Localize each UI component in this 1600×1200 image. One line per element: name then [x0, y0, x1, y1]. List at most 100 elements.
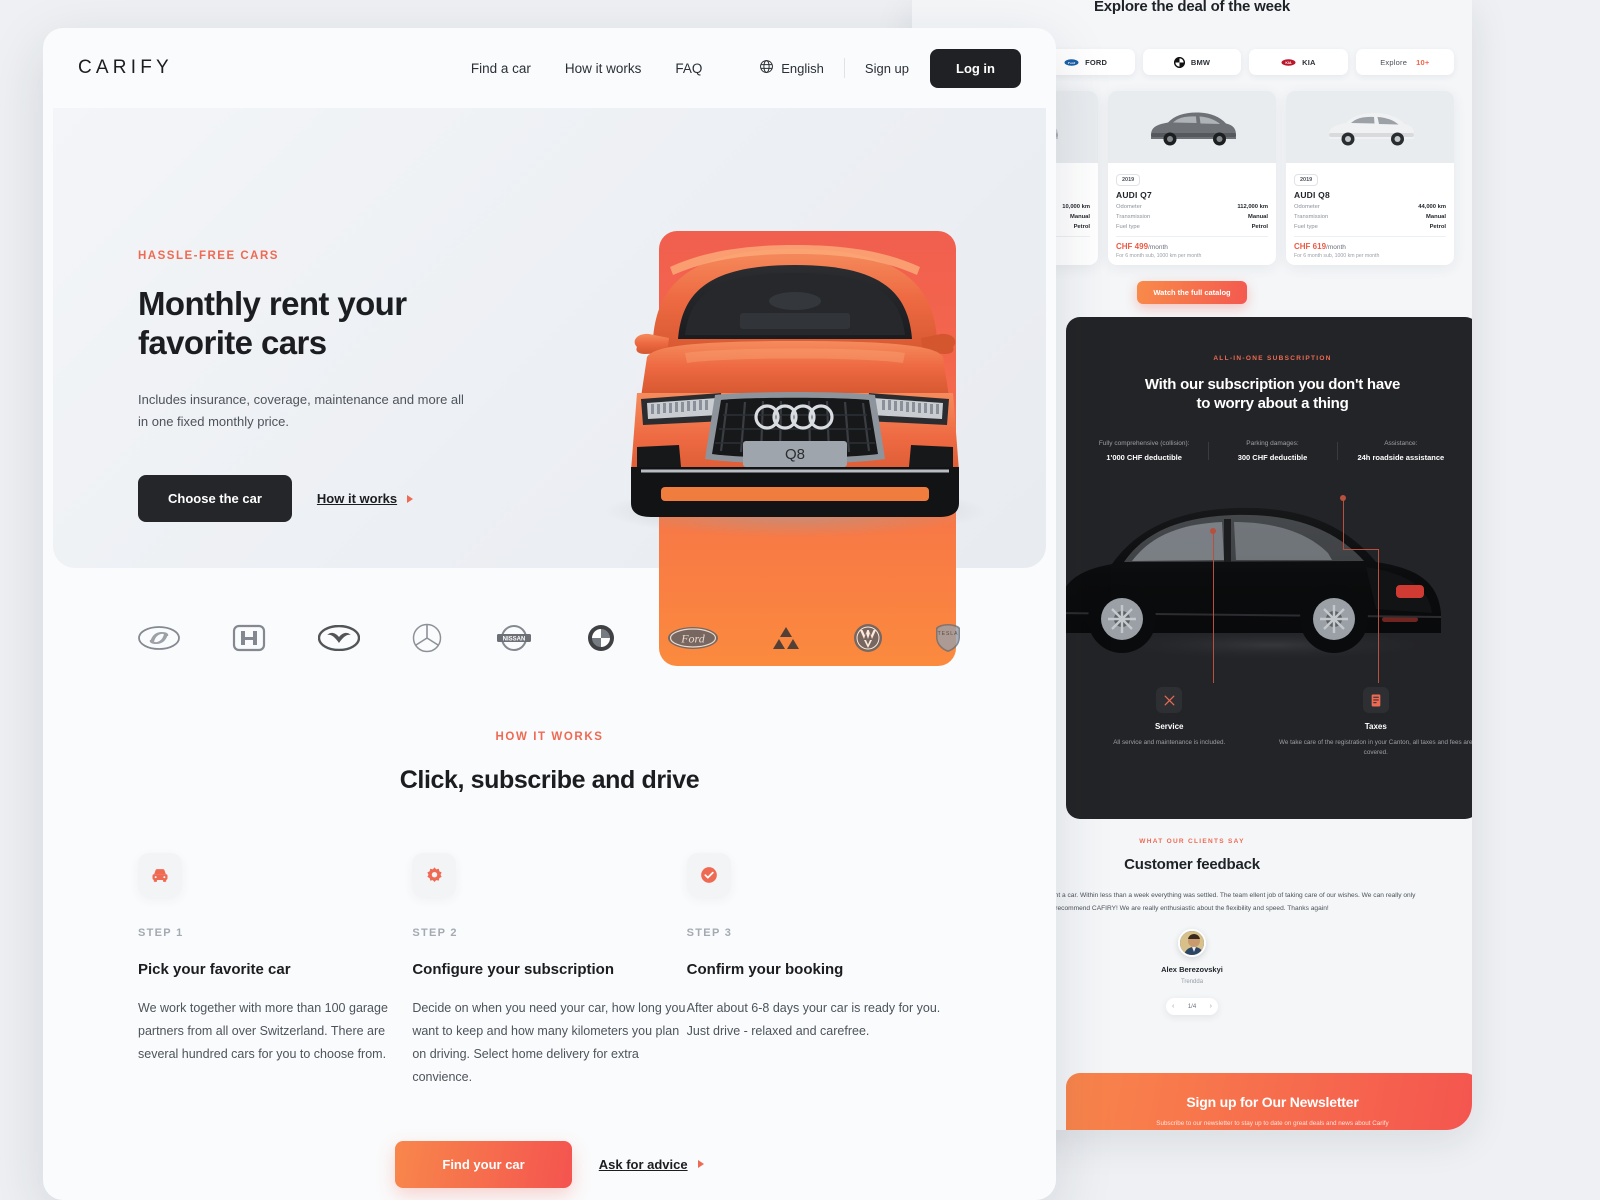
- feature-desc: We take care of the registration in your…: [1279, 739, 1472, 756]
- ask-for-advice-link[interactable]: Ask for advice: [599, 1157, 704, 1172]
- chevron-left-icon[interactable]: ‹: [1172, 1003, 1174, 1010]
- page-indicator: 1/4: [1187, 1003, 1197, 1010]
- car-photo: [1286, 91, 1454, 163]
- spec-value: 1'000 CHF deductible: [1106, 453, 1182, 463]
- subscription-features: Service All service and maintenance is i…: [1066, 687, 1472, 758]
- svg-text:KIA: KIA: [1285, 61, 1292, 65]
- step-1: STEP 1 Pick your favorite car We work to…: [138, 853, 412, 1089]
- bmw-logo-icon: [587, 624, 615, 652]
- spec-value: Petrol: [1251, 224, 1268, 230]
- spec-label: Odometer: [1116, 204, 1142, 210]
- nav-find-a-car[interactable]: Find a car: [471, 61, 531, 76]
- deal-card[interactable]: 2019 AUDI Q7 Odometer 112,000 km Transmis…: [1108, 91, 1276, 265]
- step-number: STEP 2: [412, 927, 458, 939]
- step-number: STEP 1: [138, 927, 184, 939]
- step-title: Confirm your booking: [686, 961, 844, 978]
- spec-label: Transmission: [1116, 214, 1151, 220]
- hero-title-line2: favorite cars: [138, 324, 327, 362]
- svg-text:NISSAN: NISSAN: [503, 637, 526, 643]
- language-selector[interactable]: English: [759, 59, 824, 77]
- nav-faq[interactable]: FAQ: [675, 61, 702, 76]
- subscription-title-line2: to worry about a thing: [1196, 395, 1349, 413]
- car-name: AUDI Q8: [1294, 190, 1330, 200]
- step-title: Configure your subscription: [412, 961, 615, 978]
- tesla-logo-icon: TESLA: [935, 623, 961, 653]
- car-price: CHF 619/month: [1294, 242, 1346, 251]
- logo[interactable]: CARIFY: [78, 57, 173, 79]
- step-number: STEP 3: [686, 927, 733, 939]
- brand-chip-explore-more[interactable]: Explore 10+: [1355, 49, 1455, 75]
- deals-title: Explore the deal of the week: [1093, 0, 1291, 15]
- kia-logo-icon: KIA: [1281, 58, 1296, 66]
- spec-value: 24h roadside assistance: [1357, 453, 1445, 463]
- feature-service: Service All service and maintenance is i…: [1066, 687, 1273, 758]
- car-year-badge: 2019: [1116, 174, 1141, 186]
- brand-chip-bmw[interactable]: BMW: [1142, 49, 1242, 75]
- mercedes-logo-icon: [412, 623, 442, 653]
- nissan-logo-icon: NISSAN: [494, 625, 534, 651]
- subscription-spec: Fully comprehensive (collision): 1'000 C…: [1080, 440, 1208, 462]
- ford-logo-icon: Ford: [667, 626, 719, 650]
- language-label: English: [781, 60, 824, 76]
- divider: [1116, 236, 1268, 237]
- ford-logo-icon: Ford: [1064, 58, 1079, 66]
- car-price-note: For 6 month sub, 1000 km per month: [1294, 253, 1380, 259]
- arrow-right-icon: [407, 494, 414, 503]
- tools-icon: [1156, 687, 1183, 713]
- page-title: Monthly rent your favorite cars: [138, 284, 558, 363]
- hiw-title: Click, subscribe and drive: [399, 766, 700, 794]
- spec-label: Odometer: [1294, 204, 1320, 210]
- spec-value: Petrol: [1073, 224, 1090, 230]
- subscription-title-line1: With our subscription you don't have: [1144, 376, 1401, 393]
- feature-taxes: Taxes We take care of the registration i…: [1273, 687, 1472, 758]
- chevron-right-icon[interactable]: ›: [1210, 1003, 1212, 1010]
- login-button[interactable]: Log in: [930, 48, 1021, 88]
- subscription-title: With our subscription you don't have to …: [1066, 375, 1472, 413]
- nav-how-it-works[interactable]: How it works: [565, 61, 642, 76]
- hero-kicker: HASSLE-FREE CARS: [138, 250, 279, 262]
- brand-chip-label: KIA: [1302, 57, 1316, 67]
- step-text: Decide on when you need your car, how lo…: [412, 1001, 686, 1084]
- step-2: STEP 2 Configure your subscription Decid…: [412, 853, 686, 1089]
- annotation-line-taxes-h: [1342, 549, 1379, 550]
- volkswagen-logo-icon: [853, 623, 883, 653]
- document-icon: [1362, 687, 1389, 713]
- car-icon: [138, 853, 182, 897]
- choose-the-car-button[interactable]: Choose the car: [138, 475, 292, 523]
- avatar: [1178, 929, 1206, 958]
- feature-name: Service: [1155, 722, 1184, 731]
- subscription-specs: Fully comprehensive (collision): 1'000 C…: [1066, 440, 1472, 462]
- watch-full-catalog-button[interactable]: Watch the full catalog: [1137, 281, 1247, 304]
- newsletter-section: Sign up for Our Newsletter Subscribe to …: [1066, 1073, 1472, 1130]
- gear-icon: [412, 853, 457, 897]
- annotation-line-taxes-v2: [1378, 549, 1379, 683]
- spec-label: Fuel type: [1294, 224, 1318, 230]
- feature-name: Taxes: [1364, 722, 1387, 731]
- subscription-spec: Assistance: 24h roadside assistance: [1336, 440, 1465, 463]
- spec-label: Fuel type: [1116, 224, 1140, 230]
- main-page-card: CARIFY Find a car How it works FAQ Engli…: [43, 28, 1056, 1200]
- hyundai-logo-icon: [138, 626, 180, 650]
- car-name: AUDI Q7: [1116, 190, 1152, 200]
- deal-card[interactable]: 2019 AUDI Q8 Odometer 44,000 km Transmiss…: [1286, 91, 1454, 265]
- signup-link[interactable]: Sign up: [865, 61, 909, 76]
- svg-text:Ford: Ford: [680, 632, 706, 646]
- subscription-section: ALL-IN-ONE SUBSCRIPTION With our subscri…: [1066, 317, 1472, 819]
- subscription-spec: Parking damages: 300 CHF deductible: [1208, 440, 1336, 462]
- spec-label: Assistance:: [1384, 440, 1418, 448]
- how-it-works-label: How it works: [316, 491, 398, 507]
- car-price: CHF 499/month: [1116, 242, 1168, 251]
- ask-for-advice-label: Ask for advice: [598, 1156, 688, 1172]
- how-it-works-section: HOW IT WORKS Click, subscribe and drive …: [43, 653, 1056, 1188]
- car-price-note: For 6 month sub, 1000 km per month: [1116, 253, 1202, 259]
- find-your-car-button[interactable]: Find your car: [395, 1140, 572, 1188]
- brand-chip-label: FORD: [1085, 57, 1108, 67]
- hiw-kicker: HOW IT WORKS: [495, 731, 604, 743]
- black-sedan-photo: [1066, 467, 1472, 672]
- svg-text:TESLA: TESLA: [938, 631, 959, 637]
- steps-list: STEP 1 Pick your favorite car We work to…: [138, 853, 961, 1089]
- brand-chip-kia[interactable]: KIA KIA: [1249, 49, 1348, 75]
- how-it-works-link[interactable]: How it works: [316, 491, 414, 507]
- mitsubishi-logo-icon: [771, 625, 801, 651]
- annotation-line-service: [1212, 531, 1214, 683]
